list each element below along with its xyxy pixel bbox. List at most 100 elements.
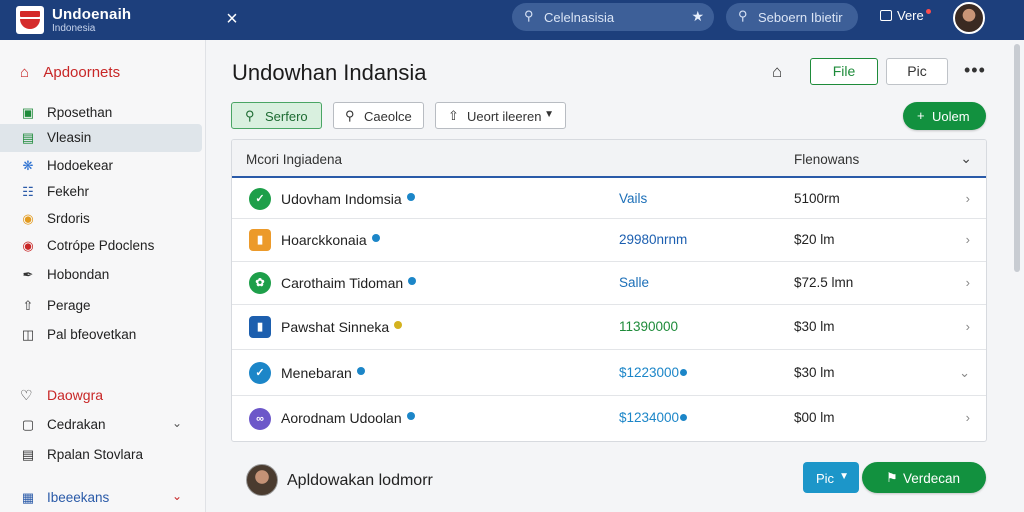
- table-header: Mcori Ingiadena Flenowans ⌄: [232, 140, 986, 178]
- info-icon: [371, 234, 380, 242]
- sidebar-item-pal-bfeovetkan[interactable]: ◫ Pal bfeovetkan: [0, 321, 202, 349]
- pic-button[interactable]: Pic: [886, 58, 948, 85]
- chevron-down-icon[interactable]: ⌄: [960, 150, 972, 167]
- pic-dropdown-button[interactable]: Pic ▼: [803, 462, 859, 493]
- check-icon: ✓: [249, 362, 271, 384]
- row-amount: $00 lm: [794, 410, 835, 425]
- update-button[interactable]: + Uolem: [903, 102, 986, 130]
- leaf-icon: ✿: [249, 272, 271, 294]
- sidebar-item-label: Hobondan: [47, 267, 110, 282]
- search-box[interactable]: ⚲ ★: [512, 3, 714, 31]
- row-status: 29980nrnm: [619, 232, 688, 247]
- page-title: Undowhan Indansia: [232, 60, 427, 85]
- table-row[interactable]: ▮ Hoarckkonaia 29980nrnm $20 lm ›: [232, 219, 986, 262]
- secondary-search-input[interactable]: [758, 7, 854, 27]
- chevron-right-icon[interactable]: ›: [966, 319, 970, 334]
- sidebar-item-cedrakan[interactable]: ▢ Cedrakan ⌄: [0, 411, 202, 439]
- flag-icon: ⚑: [886, 470, 898, 485]
- footer-user-name: Apldowakan lodmorr: [287, 472, 433, 489]
- coin-icon: ◉: [22, 211, 34, 226]
- chevron-right-icon[interactable]: ›: [966, 232, 970, 247]
- row-name: Hoarckkonaia: [281, 232, 380, 248]
- chevron-down-icon[interactable]: ⌄: [959, 365, 970, 381]
- wallet-icon: ▤: [21, 130, 35, 145]
- status-dot-icon: [680, 369, 688, 376]
- sidebar-item-hobondan[interactable]: ✒ Hobondan: [0, 261, 202, 289]
- sidebar-item-label: Ibeeekans: [47, 490, 110, 505]
- sidebar-section-daowgra[interactable]: ♡ Daowgra: [20, 387, 103, 404]
- close-icon[interactable]: ×: [222, 7, 242, 31]
- info-icon: [356, 367, 365, 375]
- secondary-search-box[interactable]: ⚲: [726, 3, 858, 31]
- home-icon: ⌂: [20, 64, 30, 81]
- search-icon: ⚲: [738, 8, 748, 23]
- more-options-icon[interactable]: •••: [964, 60, 986, 81]
- chevron-down-icon: ▼: [544, 109, 554, 120]
- table-row[interactable]: ✓ Menebaran $1223000 $30 lm ⌄: [232, 350, 986, 396]
- sidebar-item-label: Hodoekear: [47, 158, 114, 173]
- table-row[interactable]: ✓ Udovham Indomsia Vails 5100rm ›: [232, 180, 986, 219]
- footer-avatar[interactable]: [246, 464, 278, 496]
- row-status: Salle: [619, 275, 650, 290]
- circle-check-icon: ✓: [249, 188, 271, 210]
- column-header-name[interactable]: Mcori Ingiadena: [246, 152, 342, 167]
- sidebar-item-label: Rposethan: [47, 105, 113, 120]
- search-icon: ⚲: [524, 8, 534, 23]
- search-icon: ⚲: [345, 108, 355, 123]
- pic-dropdown-label: Pic: [816, 471, 835, 486]
- user-avatar[interactable]: [953, 2, 985, 34]
- info-icon: [406, 412, 415, 420]
- sidebar-item-label: Srdoris: [47, 211, 90, 226]
- chat-icon: ◉: [22, 238, 34, 253]
- chevron-right-icon[interactable]: ›: [966, 191, 970, 206]
- sidebar-item-label: Fekehr: [47, 184, 90, 199]
- chevron-down-icon[interactable]: ⌄: [172, 416, 182, 430]
- info-icon: [408, 277, 417, 285]
- sidebar-item-hodoekear[interactable]: ❋ Hodoekear: [0, 152, 202, 180]
- row-name-text: Udovham Indomsia: [281, 191, 402, 207]
- sidebar: ⌂ Apdoornets ▣ Rposethan ▤ Vleasin ❋ Hod…: [0, 40, 206, 512]
- info-icon: [394, 321, 403, 329]
- row-name-text: Pawshat Sinneka: [281, 319, 390, 335]
- sidebar-item-srdoris[interactable]: ◉ Srdoris: [0, 205, 202, 233]
- status-dot-icon: [680, 414, 688, 421]
- row-status: Vails: [619, 191, 648, 206]
- star-icon[interactable]: ★: [691, 8, 704, 25]
- row-amount: 5100rm: [794, 191, 840, 206]
- top-bar: Undoenaih Indonesia × ⚲ ★ ⚲ Vere: [0, 0, 1024, 40]
- sidebar-item-perage[interactable]: ⇧ Perage: [0, 292, 202, 320]
- verified-button[interactable]: ⚑ Verdecan: [862, 462, 986, 493]
- table-row[interactable]: ✿ Carothaim Tidoman Salle $72.5 lmn ›: [232, 262, 986, 305]
- table-row[interactable]: ▮ Pawshat Sinneka 11390000 $30 lm ›: [232, 305, 986, 350]
- sidebar-item-ibeeekans[interactable]: ▦ Ibeeekans ⌄: [0, 484, 202, 512]
- row-amount: $20 lm: [794, 232, 835, 247]
- row-status-text: $1234000: [619, 410, 680, 425]
- home-icon[interactable]: ⌂: [772, 62, 782, 82]
- chevron-right-icon[interactable]: ›: [966, 410, 970, 425]
- notifications-button[interactable]: Vere: [880, 8, 931, 28]
- sidebar-item-cotrope-pdoclens[interactable]: ◉ Cotrópe Pdoclens: [0, 232, 202, 260]
- sidebar-section-label: Daowgra: [47, 387, 104, 403]
- sidebar-item-rpalan-stovlara[interactable]: ▤ Rpalan Stovlara: [0, 441, 202, 469]
- chevron-down-icon: ▼: [839, 471, 849, 482]
- pen-icon: ✒: [22, 267, 34, 282]
- sidebar-item-fekehr[interactable]: ☷ Fekehr: [0, 178, 202, 206]
- table-row[interactable]: ∞ Aorodnam Udoolan $1234000 $00 lm ›: [232, 396, 986, 441]
- sidebar-item-vleasin[interactable]: ▤ Vleasin: [0, 124, 202, 152]
- sidebar-item-rposethan[interactable]: ▣ Rposethan: [0, 99, 202, 127]
- search-input[interactable]: [544, 7, 684, 27]
- sidebar-item-label: Vleasin: [47, 130, 92, 145]
- sidebar-item-label: Perage: [47, 298, 91, 313]
- scrollbar[interactable]: [1014, 44, 1020, 272]
- grid-icon: ▦: [21, 490, 35, 505]
- sidebar-header[interactable]: ⌂ Apdoornets: [20, 64, 120, 81]
- verified-button-label: Verdecan: [903, 471, 961, 486]
- chevron-down-icon[interactable]: ⌄: [172, 489, 182, 503]
- filter-button[interactable]: ⚲ Caeolce: [333, 102, 424, 129]
- sort-dropdown[interactable]: ⇧ Ueort ileeren ▼: [435, 102, 566, 129]
- chevron-right-icon[interactable]: ›: [966, 275, 970, 290]
- file-button[interactable]: File: [810, 58, 878, 85]
- column-header-value[interactable]: Flenowans: [794, 152, 859, 167]
- search-button[interactable]: ⚲ Serfero: [231, 102, 322, 129]
- row-status-text: $1223000: [619, 365, 680, 380]
